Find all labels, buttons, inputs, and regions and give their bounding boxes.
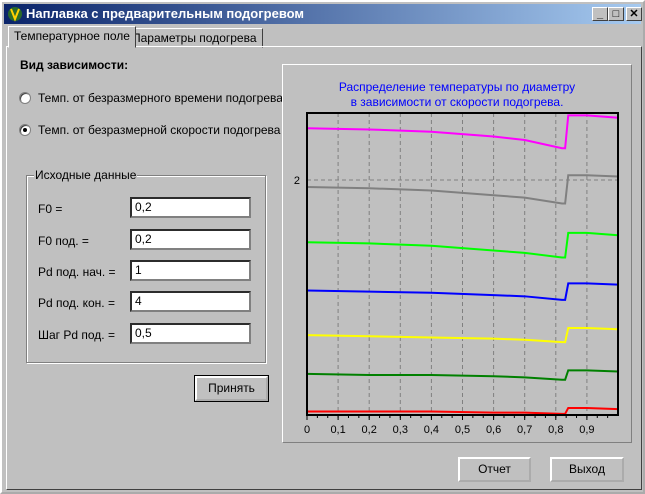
minimize-button[interactable]: _: [592, 7, 608, 21]
x-tick-label: 0,9: [579, 424, 594, 436]
pd-step-label: Шаг Pd под. =: [38, 328, 115, 342]
x-tick-label: 0: [304, 424, 310, 436]
x-tick-label: 0,5: [455, 424, 470, 436]
radio-speed[interactable]: [19, 124, 31, 136]
x-tick-label: 0,4: [424, 424, 439, 436]
close-button[interactable]: ✕: [626, 7, 642, 21]
x-tick-label: 0,7: [517, 424, 532, 436]
radio-time[interactable]: [19, 92, 31, 104]
x-tick-label: 0,6: [486, 424, 501, 436]
dependency-heading: Вид зависимости:: [20, 58, 129, 72]
radio-time-label[interactable]: Темп. от безразмерного времени подогрева: [38, 91, 283, 105]
tab-heating-params[interactable]: Параметры подогрева: [126, 28, 263, 48]
f0-heat-input[interactable]: 0,2: [130, 229, 251, 250]
input-group-label: Исходные данные: [34, 168, 138, 182]
f0-input[interactable]: 0,2: [130, 197, 251, 218]
pd-step-input[interactable]: 0,5: [130, 323, 251, 344]
x-tick-label: 0,2: [362, 424, 377, 436]
title-bar[interactable]: Наплавка с предварительным подогревом _ …: [4, 4, 642, 24]
report-button[interactable]: Отчет: [458, 457, 531, 482]
pd-end-input[interactable]: 4: [130, 291, 251, 312]
window-title: Наплавка с предварительным подогревом: [26, 6, 305, 21]
radio-speed-label[interactable]: Темп. от безразмерной скорости подогрева: [38, 123, 280, 137]
apply-button[interactable]: Принять: [194, 375, 269, 402]
x-tick-label: 0,8: [548, 424, 563, 436]
f0-heat-label: F0 под. =: [38, 234, 89, 248]
pd-start-input[interactable]: 1: [130, 260, 251, 281]
main-window: Наплавка с предварительным подогревом _ …: [0, 0, 645, 494]
pd-end-label: Pd под. кон. =: [38, 296, 115, 310]
x-tick-label: 0,1: [330, 424, 345, 436]
exit-button[interactable]: Выход: [550, 457, 624, 482]
tab-temperature-field[interactable]: Температурное поле: [8, 26, 136, 48]
f0-label: F0 =: [38, 202, 63, 216]
maximize-button[interactable]: □: [608, 7, 624, 21]
chart-title: Распределение температуры по диаметру: [338, 80, 576, 94]
series-line: [306, 369, 619, 381]
temperature-chart: 0 0,1 0,2 0,3 0,4 0,5 0,6 0,7 0,8 0,9 2: [294, 112, 619, 436]
pd-start-label: Pd под. нач. =: [38, 265, 116, 279]
y-tick-label: 2: [294, 175, 300, 187]
x-tick-label: 0,3: [393, 424, 408, 436]
app-icon: [8, 7, 22, 22]
